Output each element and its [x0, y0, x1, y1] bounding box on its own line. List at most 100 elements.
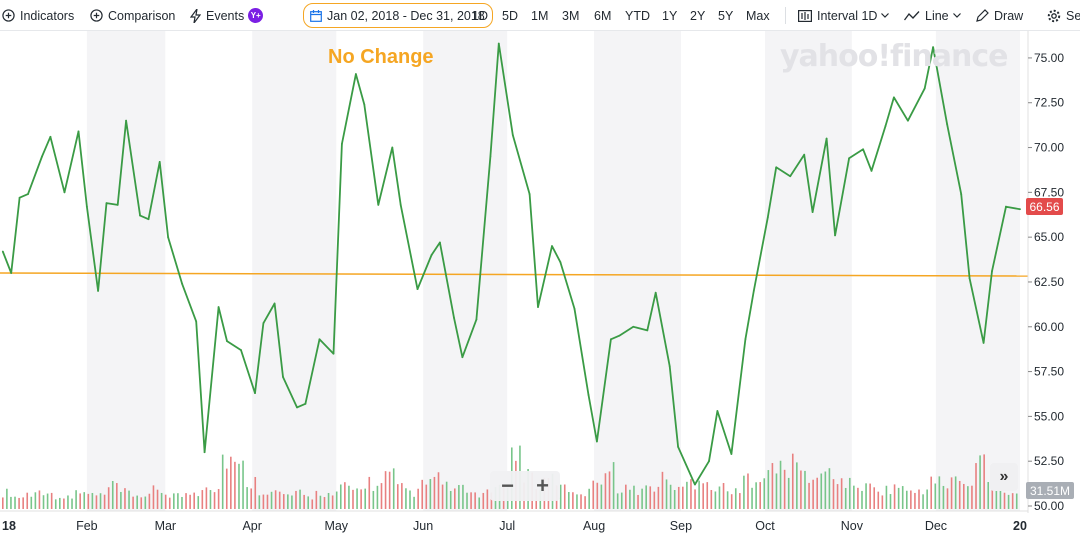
indicators-button[interactable]: Indicators [2, 4, 74, 27]
volume-bar [372, 490, 375, 509]
volume-bar [816, 477, 818, 509]
x-tick-label: Oct [755, 519, 775, 533]
volume-bar [120, 491, 122, 509]
range-1m-button[interactable]: 1M [531, 4, 548, 27]
volume-bar [682, 486, 684, 509]
volume-bar [254, 476, 257, 509]
price-point [528, 193, 531, 196]
price-point [744, 338, 747, 341]
price-point [240, 349, 242, 351]
volume-bar [751, 487, 753, 509]
price-point [716, 410, 719, 412]
price-point [439, 241, 441, 244]
range-max-button[interactable]: Max [746, 4, 770, 27]
range-5y-button[interactable]: 5Y [718, 4, 733, 27]
volume-bar [331, 495, 334, 509]
range-3m-button[interactable]: 3M [562, 4, 579, 27]
volume-bar [319, 495, 322, 509]
volume-bar [612, 462, 615, 509]
volume-bar [128, 490, 130, 509]
chart-type-dropdown[interactable]: Line [904, 4, 966, 27]
events-button[interactable]: Events Y+ [190, 4, 264, 27]
range-2y-button[interactable]: 2Y [690, 4, 705, 27]
volume-bar [641, 488, 643, 509]
price-point [203, 451, 206, 454]
price-point [489, 155, 492, 158]
settings-label: Se [1066, 8, 1080, 23]
volume-bar [987, 482, 990, 509]
price-point [825, 137, 828, 140]
volume-bar [156, 489, 159, 509]
x-tick-label: Nov [841, 519, 864, 533]
volume-bar [405, 488, 407, 509]
volume-bar [209, 490, 212, 509]
scroll-to-latest-button[interactable]: » [990, 463, 1018, 491]
volume-bar [637, 494, 639, 509]
price-point [848, 157, 850, 160]
draw-button[interactable]: Draw [976, 4, 1023, 27]
volume-bar [734, 488, 737, 509]
interval-value: 1D [861, 8, 878, 23]
volume-bar [836, 484, 839, 509]
y-tick-label: 72.50 [1034, 96, 1064, 110]
comparison-button[interactable]: Comparison [90, 4, 175, 27]
volume-bar [160, 492, 163, 509]
price-point [766, 216, 769, 219]
volume-bar [59, 497, 61, 509]
interval-dropdown[interactable]: Interval 1D [798, 4, 894, 27]
volume-bar [800, 470, 802, 509]
zoom-in-button[interactable]: + [536, 473, 549, 499]
current-price-flag: 66.56 [1026, 198, 1063, 215]
range-6m-button[interactable]: 6M [594, 4, 611, 27]
range-1d-button[interactable]: 1D [472, 4, 488, 27]
volume-bar [926, 489, 928, 509]
volume-bar [828, 468, 831, 509]
volume-bar [388, 471, 391, 509]
date-range-picker[interactable]: Jan 02, 2018 - Dec 31, 2018 [303, 3, 493, 28]
volume-bar [14, 496, 16, 509]
volume-bar [79, 493, 81, 509]
price-point [158, 160, 161, 163]
volume-bar [348, 485, 350, 509]
volume-bar [702, 483, 704, 509]
range-1y-button[interactable]: 1Y [662, 4, 677, 27]
y-tick-label: 60.00 [1034, 320, 1064, 334]
volume-bar [18, 497, 20, 509]
volume-bar [344, 482, 346, 509]
price-point [595, 440, 598, 443]
volume-bar [576, 494, 578, 509]
volume-bar [677, 486, 680, 509]
volume-bar [22, 497, 24, 509]
zoom-out-button[interactable]: − [501, 473, 514, 499]
volume-bar [42, 495, 45, 509]
volume-bar [620, 492, 623, 509]
settings-button[interactable]: Se [1047, 4, 1080, 27]
price-point [789, 175, 792, 178]
price-point [694, 483, 696, 486]
price-point [318, 338, 321, 341]
volume-bar [759, 482, 761, 509]
volume-bar [905, 490, 908, 509]
volume-bar [979, 455, 981, 509]
range-5d-button[interactable]: 5D [502, 4, 518, 27]
gear-icon [1047, 9, 1061, 23]
volume-bar [54, 499, 57, 509]
volume-bar [942, 485, 945, 509]
volume-bar [889, 494, 892, 509]
volume-bar [901, 486, 904, 509]
volume-bar [633, 485, 635, 509]
volume-bar [384, 471, 387, 509]
price-chart[interactable]: 75.00 72.50 70.00 67.50 65.00 62.50 60.00 57.50… [0, 31, 1080, 540]
volume-bar [690, 479, 692, 509]
price-point [217, 306, 220, 308]
price-point [475, 318, 478, 321]
volume-bar [470, 492, 472, 509]
zoom-controls: − + [490, 471, 560, 501]
x-tick-label: Sep [670, 519, 692, 533]
volume-bar [71, 498, 73, 509]
draw-label: Draw [994, 8, 1024, 23]
volume-bar [445, 481, 448, 509]
range-ytd-button[interactable]: YTD [625, 4, 650, 27]
volume-bar [971, 485, 973, 509]
volume-bar [441, 484, 444, 509]
